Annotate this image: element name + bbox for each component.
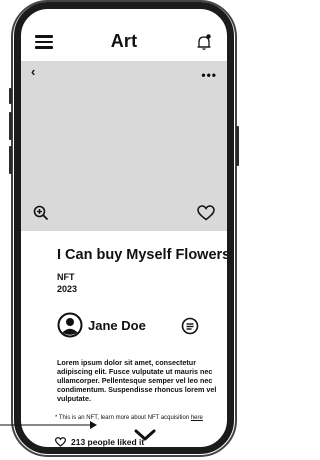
likes-count: 213 people liked it (71, 437, 145, 447)
artwork-description: Lorem ipsum dolor sit amet, consectetur … (57, 358, 217, 403)
phone-frame: Art ‹ ••• I Can buy Myself Flowers NFT 2… (14, 2, 234, 454)
artwork-year: 2023 (57, 284, 78, 294)
user-avatar-icon[interactable] (57, 312, 83, 338)
artwork-image: ‹ ••• (21, 61, 227, 231)
phone-power-button (236, 126, 239, 166)
artwork-title: I Can buy Myself Flowers (57, 247, 231, 263)
zoom-in-icon[interactable] (33, 205, 49, 221)
likes-summary[interactable]: 213 people liked it (55, 437, 144, 447)
phone-side-button (9, 88, 12, 104)
more-dots-icon[interactable]: ••• (201, 69, 217, 81)
phone-volume-down (9, 146, 12, 174)
phone-volume-up (9, 112, 12, 140)
annotation-arrow (0, 421, 97, 429)
artwork-type: NFT (57, 272, 75, 282)
bell-icon[interactable] (195, 33, 213, 51)
nft-learn-more-link[interactable]: here (191, 415, 203, 421)
artist-name[interactable]: Jane Doe (88, 318, 146, 333)
chevron-left-icon[interactable]: ‹ (31, 65, 35, 78)
app-header: Art (21, 9, 227, 65)
app-screen: Art ‹ ••• I Can buy Myself Flowers NFT 2… (21, 9, 227, 447)
heart-outline-icon (55, 437, 66, 447)
message-icon[interactable] (181, 317, 199, 335)
heart-icon[interactable] (197, 205, 215, 221)
